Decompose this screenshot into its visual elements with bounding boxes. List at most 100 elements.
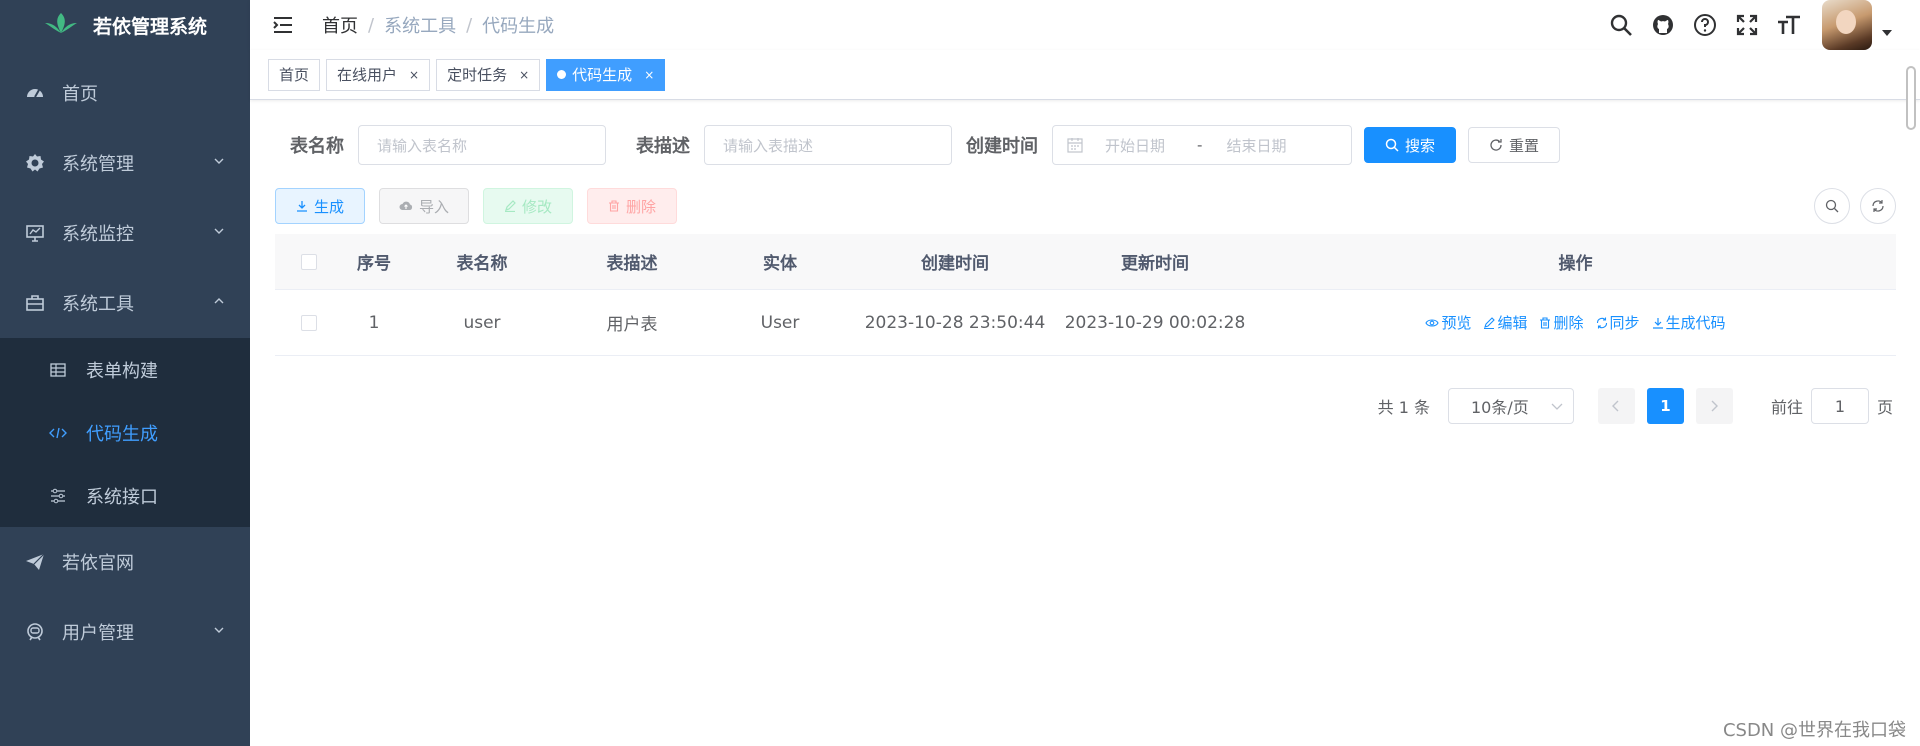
breadcrumb-system-tools: 系统工具	[384, 16, 457, 37]
sidebar-item-ruoyi-site[interactable]: 若依官网	[0, 527, 250, 597]
delete-link[interactable]: 删除	[1539, 312, 1584, 333]
page-jumper: 前往 页	[1771, 388, 1893, 424]
cell-index: 1	[368, 312, 380, 333]
tag-online-users[interactable]: 在线用户 ×	[326, 58, 431, 91]
chevron-up-icon	[214, 298, 224, 304]
close-icon[interactable]: ×	[409, 68, 419, 82]
sidebar: 若依管理系统 首页 系统管理 系统监控 系统工具 表单构建 代码生成 系统接口 …	[0, 0, 250, 746]
sidebar-item-system-tools[interactable]: 系统工具	[0, 268, 250, 338]
download-icon	[1652, 317, 1664, 329]
edit-label: 编辑	[1497, 314, 1528, 332]
navbar: 首页 / 系统工具 / 代码生成	[250, 0, 1920, 50]
tag-code-gen[interactable]: 代码生成 ×	[546, 58, 666, 91]
table-header: 序号 表名称 表描述 实体 创建时间 更新时间 操作	[275, 234, 1896, 290]
download-icon	[296, 200, 308, 212]
placeholder: 请输入表名称	[377, 136, 468, 155]
select-all-checkbox[interactable]	[301, 253, 317, 270]
fullscreen-icon[interactable]	[1734, 12, 1760, 38]
chevron-down-icon	[1551, 403, 1563, 410]
table-row: 1 user 用户表 User 2023-10-28 23:50:44 2023…	[275, 290, 1896, 356]
gen-table: 序号 表名称 表描述 实体 创建时间 更新时间 操作 1 user 用户表 Us…	[275, 234, 1896, 356]
generate-code-label: 生成代码	[1665, 314, 1726, 332]
close-icon[interactable]: ×	[644, 68, 654, 82]
breadcrumb-home[interactable]: 首页	[322, 12, 358, 38]
toolbar: 生成 导入 修改 删除	[275, 188, 691, 224]
tag-label: 首页	[279, 66, 310, 84]
tag-home[interactable]: 首页	[268, 58, 321, 91]
goto-page-input[interactable]	[1810, 388, 1869, 424]
hamburger-icon[interactable]	[272, 14, 294, 36]
system-tools-submenu: 表单构建 代码生成 系统接口	[0, 338, 250, 527]
caret-down-icon[interactable]	[1882, 30, 1892, 36]
header-table-desc: 表描述	[606, 254, 658, 274]
generate-code-link[interactable]: 生成代码	[1652, 312, 1726, 333]
prev-page-button[interactable]	[1597, 388, 1635, 424]
total-count: 共 1 条	[1377, 398, 1430, 417]
header-entity: 实体	[763, 254, 797, 274]
date-range-picker[interactable]: 开始日期 - 结束日期	[1052, 125, 1352, 165]
sync-link[interactable]: 同步	[1596, 312, 1640, 333]
refresh-table-button[interactable]	[1860, 188, 1896, 224]
sidebar-item-code-gen[interactable]: 代码生成	[0, 401, 250, 464]
avatar[interactable]	[1822, 0, 1872, 50]
delete-button-label: 删除	[625, 197, 656, 216]
delete-button[interactable]: 删除	[587, 188, 677, 224]
sidebar-item-form-builder[interactable]: 表单构建	[0, 338, 250, 401]
page-size-select[interactable]: 10条/页	[1447, 388, 1574, 424]
edit-button[interactable]: 修改	[483, 188, 573, 224]
trash-icon	[1539, 316, 1551, 329]
dashboard-icon	[24, 82, 46, 104]
search-button[interactable]: 搜索	[1364, 127, 1457, 163]
app-logo[interactable]: 若依管理系统	[0, 0, 250, 50]
next-page-button[interactable]	[1695, 388, 1733, 424]
main-content: 表名称 请输入表名称 表描述 请输入表描述 创建时间 开始日期 - 结束日期 搜…	[250, 100, 1900, 746]
import-button[interactable]: 导入	[379, 188, 469, 224]
search-icon[interactable]	[1608, 12, 1634, 38]
sidebar-item-label: 代码生成	[86, 423, 158, 445]
reset-button[interactable]: 重置	[1468, 127, 1561, 163]
edit-link[interactable]: 编辑	[1483, 312, 1527, 333]
github-icon[interactable]	[1650, 12, 1676, 38]
import-button-label: 导入	[418, 197, 449, 216]
sidebar-item-system-api[interactable]: 系统接口	[0, 464, 250, 527]
tag-label: 在线用户	[337, 66, 398, 84]
sync-label: 同步	[1609, 314, 1640, 332]
tag-scheduled-jobs[interactable]: 定时任务 ×	[436, 58, 541, 91]
table-desc-input[interactable]: 请输入表描述	[704, 125, 952, 165]
generate-button-label: 生成	[313, 197, 344, 216]
question-icon[interactable]	[1692, 12, 1718, 38]
close-icon[interactable]: ×	[519, 68, 529, 82]
header-updated: 更新时间	[1121, 254, 1189, 274]
sidebar-item-system-management[interactable]: 系统管理	[0, 128, 250, 198]
sidebar-item-home[interactable]: 首页	[0, 58, 250, 128]
row-checkbox[interactable]	[301, 314, 317, 331]
chevron-down-icon	[214, 158, 224, 164]
sidebar-item-label: 首页	[62, 84, 98, 105]
reset-button-label: 重置	[1509, 136, 1540, 155]
tags-view: 首页 在线用户 × 定时任务 × 代码生成 ×	[250, 50, 1920, 100]
toggle-search-button[interactable]	[1814, 188, 1850, 224]
scrollbar-thumb[interactable]	[1906, 66, 1916, 130]
end-date-placeholder[interactable]: 结束日期	[1226, 135, 1286, 156]
sidebar-item-label: 用户管理	[62, 623, 134, 644]
table-name-label: 表名称	[290, 136, 344, 157]
preview-link[interactable]: 预览	[1425, 312, 1471, 333]
header-created: 创建时间	[921, 254, 989, 274]
edit-icon	[504, 200, 516, 212]
chevron-down-icon	[214, 627, 224, 633]
sliders-icon	[48, 486, 68, 506]
start-date-placeholder[interactable]: 开始日期	[1105, 135, 1165, 156]
table-name-input[interactable]: 请输入表名称	[358, 125, 606, 165]
tag-label: 定时任务	[447, 66, 508, 84]
search-button-label: 搜索	[1405, 136, 1436, 155]
page-number-1[interactable]: 1	[1646, 388, 1684, 424]
sidebar-item-label: 系统管理	[62, 154, 134, 175]
font-size-icon[interactable]	[1776, 12, 1802, 38]
header-select-all	[275, 253, 343, 270]
search-form: 表名称 请输入表名称 表描述 请输入表描述 创建时间 开始日期 - 结束日期 搜…	[290, 125, 1561, 165]
sidebar-item-user-management[interactable]: 用户管理	[0, 597, 250, 667]
leaf-logo-icon	[43, 11, 79, 40]
header-table-name: 表名称	[456, 254, 508, 274]
sidebar-item-system-monitor[interactable]: 系统监控	[0, 198, 250, 268]
generate-button[interactable]: 生成	[275, 188, 365, 224]
